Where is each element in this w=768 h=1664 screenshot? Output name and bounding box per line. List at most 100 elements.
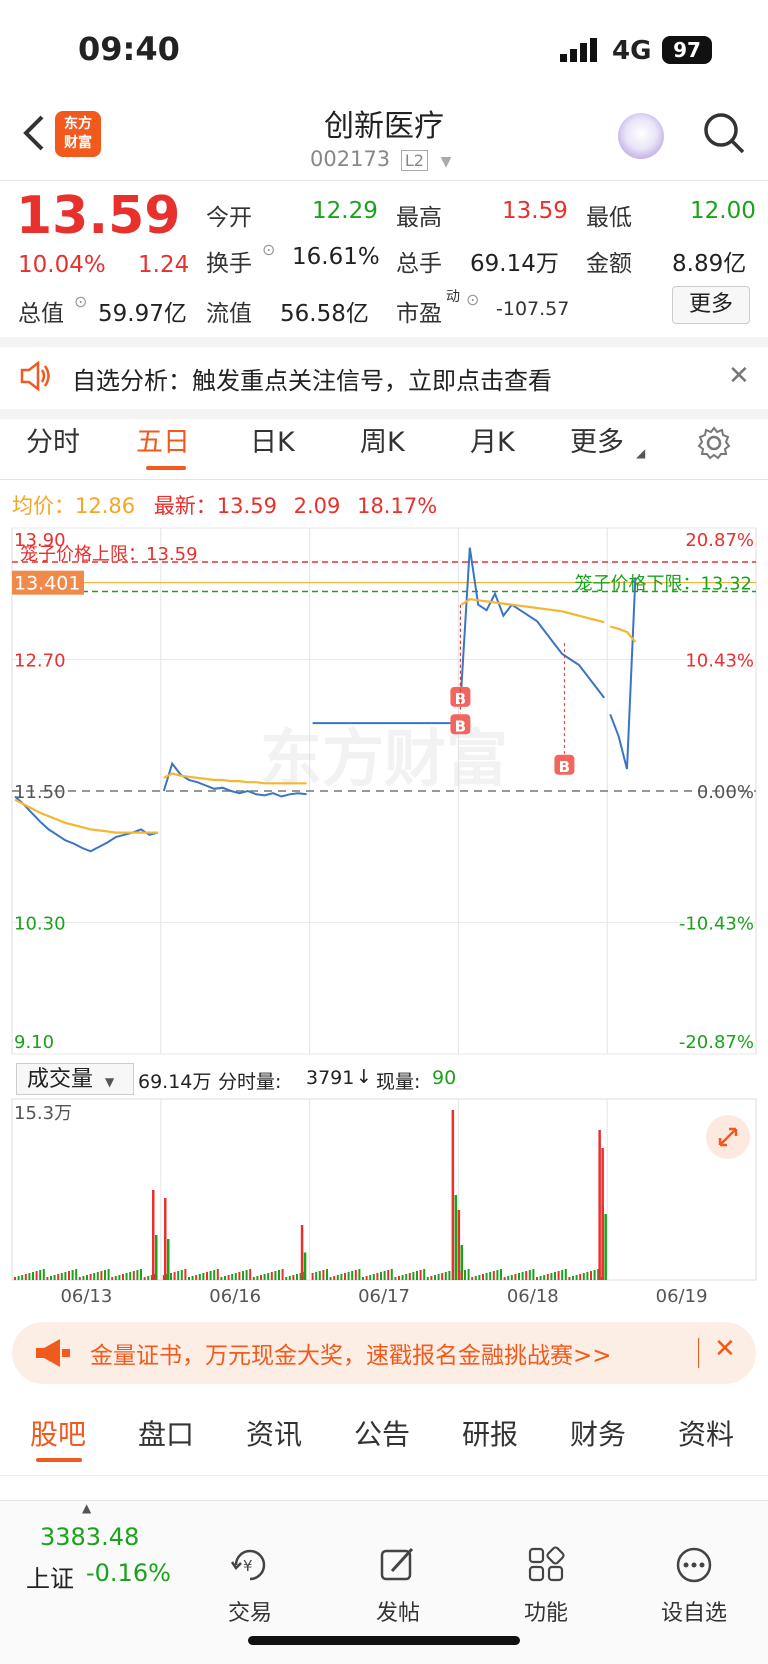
volume-bar (143, 1277, 146, 1280)
volume-bar (528, 1270, 531, 1280)
gear-icon[interactable] (696, 425, 732, 465)
volume-bar (270, 1272, 273, 1280)
volume-bar (107, 1269, 110, 1280)
tab-news[interactable]: 资讯 (246, 1413, 302, 1453)
index-pct[interactable]: -0.16% (86, 1559, 171, 1587)
volume-bar (285, 1277, 288, 1280)
volume-bar (274, 1271, 277, 1280)
info-icon[interactable]: ⊙ (74, 292, 87, 311)
volume-bar (173, 1272, 176, 1280)
volume-total: 69.14万 (138, 1071, 212, 1093)
volume-bar (111, 1277, 114, 1280)
volume-bar (224, 1276, 226, 1280)
volume-bar (564, 1269, 567, 1280)
volume-bar (50, 1276, 52, 1280)
volume-bar (136, 1270, 139, 1280)
volume-bar (132, 1271, 135, 1280)
active-bottom-tab-indicator (36, 1458, 82, 1462)
volume-max-label: 15.3万 (14, 1103, 72, 1124)
volume-bar (329, 1277, 332, 1280)
tab-week-k[interactable]: 周K (360, 420, 405, 459)
volume-bar (35, 1271, 38, 1280)
ad-banner[interactable]: 金量证书，万元现金大奖，速戳报名金融挑战赛>> ✕ (12, 1322, 756, 1384)
notice-bar[interactable]: 自选分析：触发重点关注信号，立即点击查看 ✕ (0, 347, 768, 409)
turnover-value: 16.61% (292, 244, 380, 270)
volume-bar (249, 1269, 252, 1280)
more-button[interactable]: 更多 (672, 286, 750, 324)
volume-bar (191, 1276, 194, 1280)
y-tick-left: 9.10 (14, 1032, 54, 1053)
last-price: 13.59 (16, 186, 181, 246)
volume-bar (383, 1271, 386, 1280)
latest-label: 最新： (153, 494, 217, 518)
tab-research[interactable]: 研报 (462, 1413, 518, 1453)
tab-more[interactable]: 更多 (570, 420, 624, 459)
volume-bar (582, 1273, 585, 1280)
expand-icon[interactable] (706, 1115, 750, 1159)
volume-bar (220, 1277, 223, 1280)
info-icon[interactable]: ⊙ (262, 240, 275, 259)
active-tab-indicator (146, 466, 186, 470)
volume-frame (11, 1098, 757, 1281)
volume-bar (118, 1275, 121, 1280)
volume-bar (471, 1277, 474, 1280)
volume-bar (482, 1274, 484, 1280)
buy-marker-label: B (559, 758, 570, 776)
volume-bar (503, 1277, 506, 1280)
volume-bar (89, 1274, 92, 1280)
volume-chart[interactable]: 15.3万 06/13 06/16 06/17 06/18 06/19 (0, 1097, 768, 1317)
volume-bar (216, 1269, 219, 1280)
tab-fenshi[interactable]: 分时 (26, 420, 80, 459)
robot-avatar-icon[interactable] (618, 113, 664, 159)
nav-functions[interactable]: 功能 (491, 1545, 601, 1627)
nav-add-watchlist[interactable]: 设自选 (639, 1545, 749, 1627)
volume-bar (365, 1276, 368, 1280)
tab-guba[interactable]: 股吧 (30, 1413, 86, 1453)
volume-bar (114, 1276, 117, 1280)
volume-bar (238, 1272, 241, 1280)
volume-bar (390, 1269, 393, 1280)
tab-month-k[interactable]: 月K (470, 420, 515, 459)
info-icon[interactable]: ⊙ (466, 290, 479, 309)
volume-bar (441, 1273, 444, 1280)
nav-trade[interactable]: ¥ 交易 (195, 1545, 305, 1627)
volume-bar (170, 1273, 172, 1280)
nav-post[interactable]: 发帖 (343, 1545, 453, 1627)
close-icon[interactable]: ✕ (714, 1334, 736, 1364)
amount-value: 8.89亿 (672, 251, 747, 277)
low-value: 12.00 (690, 198, 756, 224)
volume-bar (398, 1276, 400, 1280)
now-value: 90 (432, 1067, 457, 1089)
search-icon[interactable] (702, 111, 746, 159)
volume-bar (71, 1270, 74, 1280)
volume-bar (260, 1275, 262, 1280)
fs-label: 分时量: (218, 1071, 282, 1093)
close-icon[interactable]: ✕ (728, 361, 750, 391)
index-value[interactable]: 3383.48 (40, 1523, 139, 1551)
volume-bar (500, 1269, 502, 1280)
y-tick-right: 0.00% (697, 782, 754, 803)
volume-selector[interactable]: 成交量 ▼ (16, 1063, 134, 1095)
avg-label: 均价： (12, 494, 75, 518)
x-tick-label: 06/13 (60, 1286, 112, 1307)
volume-bar (14, 1277, 16, 1280)
volume-bar (318, 1271, 321, 1280)
tab-finance[interactable]: 财务 (570, 1413, 626, 1453)
volume-header: 成交量 ▼ 69.14万 分时量: 3791 ↓ 现量: 90 (12, 1063, 762, 1097)
volume-bar (267, 1273, 270, 1280)
latest-pct: 18.17% (357, 494, 438, 518)
tab-profile[interactable]: 资料 (678, 1413, 734, 1453)
tab-day-k[interactable]: 日K (250, 420, 295, 459)
tab-announcements[interactable]: 公告 (354, 1413, 410, 1453)
volume-bar (437, 1274, 440, 1280)
tab-pankou[interactable]: 盘口 (138, 1413, 194, 1453)
price-chart[interactable]: 东方财富13.90 20.87%12.70 10.43%11.50 0.00%10.3… (0, 520, 768, 1060)
tab-five-day[interactable]: 五日 (136, 420, 190, 459)
volume-bar (281, 1269, 284, 1280)
volume-bar (408, 1273, 411, 1280)
volume-bar (394, 1277, 397, 1280)
stock-code-row[interactable]: 002173 L2 ▼ (310, 147, 451, 171)
index-name[interactable]: 上证 (26, 1559, 74, 1594)
volume-bar (129, 1272, 132, 1280)
volume-bar (100, 1271, 103, 1280)
